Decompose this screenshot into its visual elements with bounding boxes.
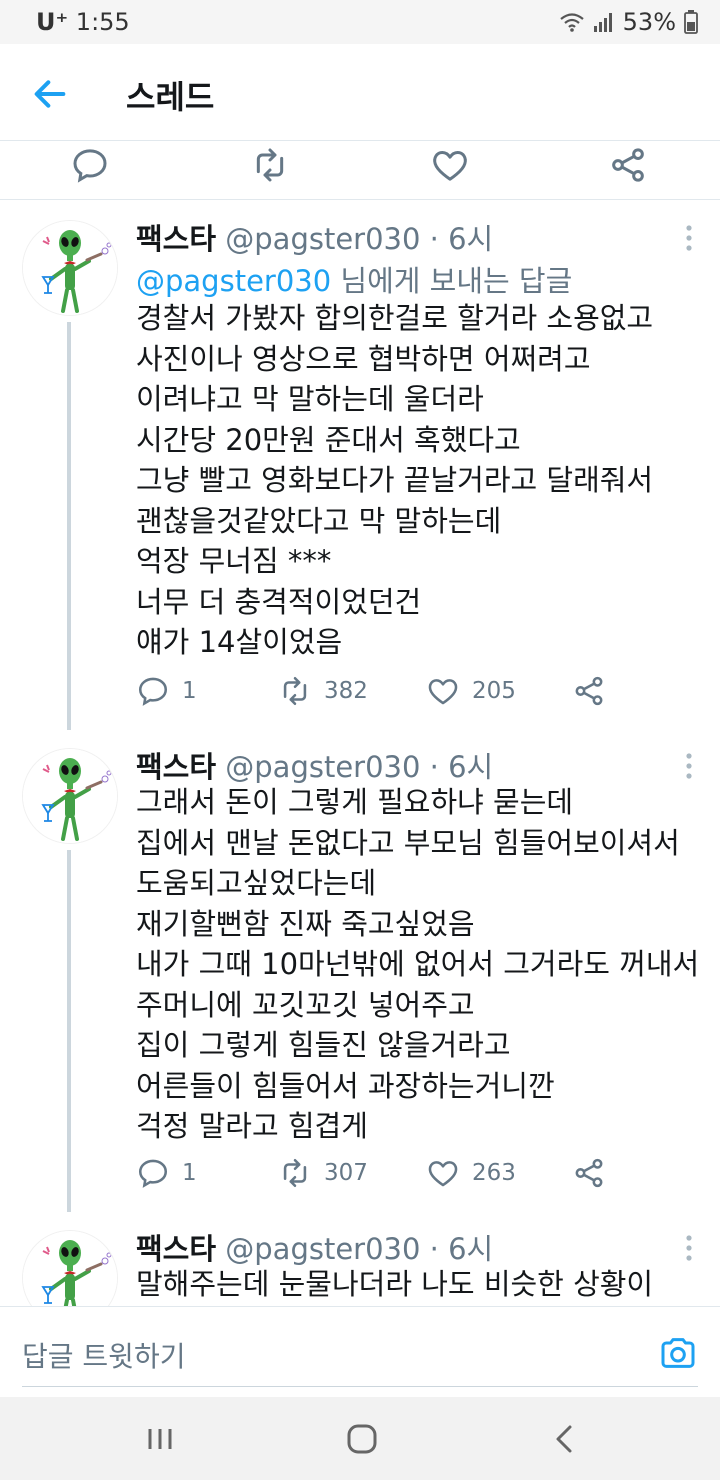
reply-composer: 답글 트윗하기 (0, 1306, 720, 1397)
status-bar: U⁺ 1:55 53% (0, 0, 720, 44)
reply-to-suffix: 님에게 보내는 답글 (331, 264, 573, 298)
tweet-stats: 1 382 205 (136, 674, 616, 714)
reply-context: @pagster030 님에게 보내는 답글 (136, 258, 572, 300)
camera-icon[interactable] (658, 1333, 698, 1373)
avatar[interactable] (22, 220, 118, 316)
tweet-header: 팩스타 @pagster030 · 6시 (136, 744, 493, 786)
tweet-text: 경찰서 가봤자 합의한걸로 할거라 소용없고 사진이나 영상으로 협박하면 어쩌… (136, 301, 654, 659)
tweet-time: · 6시 (420, 750, 494, 784)
share-icon (572, 1156, 606, 1190)
like-button[interactable]: 205 (426, 674, 516, 708)
retweet-button[interactable]: 382 (278, 674, 368, 708)
battery-icon (684, 10, 698, 34)
reply-button[interactable]: 1 (136, 674, 197, 708)
author-name[interactable]: 팩스타 (136, 750, 216, 784)
system-nav-bar (0, 1397, 720, 1480)
app-bar: 스레드 (0, 44, 720, 141)
tweet-time: · 6시 (420, 222, 494, 256)
share-button[interactable] (572, 1156, 606, 1190)
author-name[interactable]: 팩스타 (136, 1232, 216, 1266)
avatar[interactable] (22, 1230, 118, 1306)
reply-input-underline (22, 1386, 698, 1387)
tweet-stats: 1 307 263 (136, 1156, 616, 1196)
like-count: 205 (472, 678, 516, 704)
reply-input[interactable]: 답글 트윗하기 (22, 1335, 185, 1375)
tweet-text: 그래서 돈이 그렇게 필요하냐 묻는데 집에서 맨날 돈없다고 부모님 힘들어보… (136, 785, 700, 1143)
retweet-icon (278, 1156, 312, 1190)
recents-icon[interactable] (140, 1419, 180, 1459)
share-icon (572, 674, 606, 708)
tweet-text: 말해주는데 눈물나더라 나도 비슷한 상황이 (136, 1267, 654, 1301)
tweet-time: · 6시 (420, 1232, 494, 1266)
like-button[interactable]: 263 (426, 1156, 516, 1190)
more-icon[interactable] (684, 752, 694, 780)
avatar[interactable] (22, 748, 118, 844)
thread-tweet[interactable]: 팩스타 @pagster030 · 6시 그래서 돈이 그렇게 필요하냐 묻는데… (0, 728, 720, 1210)
reply-icon (136, 674, 170, 708)
thread-tweet[interactable]: 팩스타 @pagster030 · 6시 말해주는데 눈물나더라 나도 비슷한 … (0, 1210, 720, 1306)
author-handle[interactable]: @pagster030 (225, 750, 420, 784)
status-time: 1:55 (75, 8, 130, 36)
like-icon[interactable] (430, 145, 470, 185)
author-handle[interactable]: @pagster030 (225, 222, 420, 256)
signal-icon (593, 13, 612, 32)
retweet-icon (278, 674, 312, 708)
retweet-icon[interactable] (250, 145, 290, 185)
retweet-count: 307 (324, 1160, 368, 1186)
share-icon[interactable] (608, 145, 648, 185)
retweet-button[interactable]: 307 (278, 1156, 368, 1190)
more-icon[interactable] (684, 224, 694, 252)
reply-to-handle-link[interactable]: @pagster030 (136, 264, 331, 298)
thread-tweet[interactable]: 팩스타 @pagster030 · 6시 @pagster030 님에게 보내는… (0, 200, 720, 730)
reply-icon (136, 1156, 170, 1190)
like-icon (426, 1156, 460, 1190)
wifi-icon (559, 13, 584, 32)
more-icon[interactable] (684, 1234, 694, 1262)
reply-count: 1 (182, 1160, 197, 1186)
nav-back-icon[interactable] (546, 1419, 586, 1459)
tweet-header: 팩스타 @pagster030 · 6시 (136, 216, 493, 258)
like-count: 263 (472, 1160, 516, 1186)
back-arrow-icon[interactable] (30, 74, 70, 114)
main-tweet-action-row (0, 141, 720, 200)
page-title: 스레드 (126, 78, 215, 116)
carrier-label: U⁺ (36, 8, 69, 36)
battery-percent: 53% (622, 8, 676, 36)
home-icon[interactable] (342, 1419, 382, 1459)
reply-icon[interactable] (70, 145, 110, 185)
author-name[interactable]: 팩스타 (136, 222, 216, 256)
tweet-header: 팩스타 @pagster030 · 6시 (136, 1226, 493, 1268)
share-button[interactable] (572, 674, 606, 708)
reply-button[interactable]: 1 (136, 1156, 197, 1190)
author-handle[interactable]: @pagster030 (225, 1232, 420, 1266)
reply-count: 1 (182, 678, 197, 704)
like-icon (426, 674, 460, 708)
retweet-count: 382 (324, 678, 368, 704)
